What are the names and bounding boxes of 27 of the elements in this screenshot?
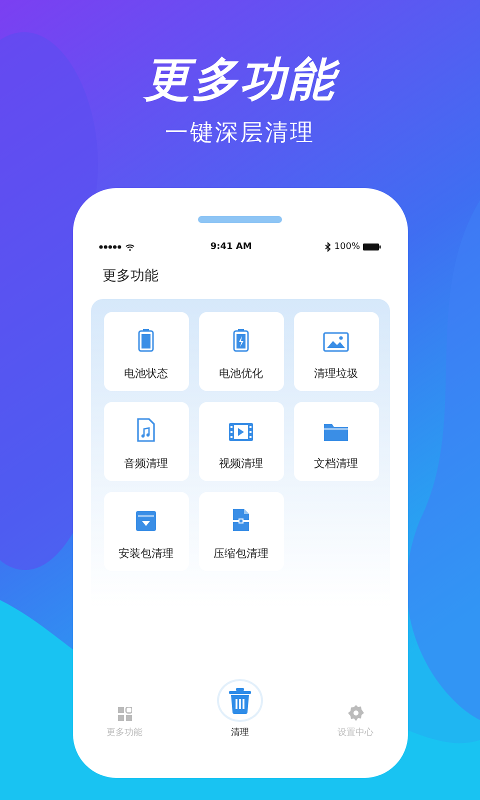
settings-icon bbox=[348, 705, 364, 721]
feature-tile[interactable]: 清理垃圾 bbox=[294, 312, 378, 391]
trash-icon bbox=[229, 688, 251, 714]
feature-tile[interactable]: 安装包清理 bbox=[104, 492, 188, 571]
page-title: 更多功能 bbox=[102, 267, 158, 285]
folder-icon bbox=[323, 422, 349, 442]
grid-icon bbox=[118, 707, 132, 721]
image-icon bbox=[323, 332, 349, 352]
nav-tab[interactable]: 清理 bbox=[208, 681, 272, 739]
bluetooth-icon bbox=[325, 242, 332, 252]
status-time: 9:41 AM bbox=[210, 242, 252, 252]
subtitle: 一键深层清理 bbox=[165, 119, 315, 148]
battery-percent: 100% bbox=[334, 242, 360, 252]
feature-tile[interactable]: 文档清理 bbox=[294, 402, 378, 481]
feature-tile[interactable]: 视频清理 bbox=[198, 402, 284, 481]
feature-tile[interactable]: 音频清理 bbox=[104, 402, 188, 481]
download-box-icon bbox=[135, 510, 157, 532]
battery-icon bbox=[363, 243, 381, 251]
zip-file-icon bbox=[231, 508, 251, 532]
charging-battery-icon bbox=[231, 328, 251, 352]
feature-tile[interactable]: 电池状态 bbox=[104, 312, 188, 391]
feature-tile[interactable]: 电池优化 bbox=[198, 312, 284, 391]
feature-tile[interactable]: 压缩包清理 bbox=[198, 492, 284, 571]
film-icon bbox=[228, 422, 254, 442]
signal-wifi-icon bbox=[99, 243, 137, 251]
music-file-icon bbox=[136, 418, 156, 442]
battery-icon bbox=[136, 328, 156, 352]
